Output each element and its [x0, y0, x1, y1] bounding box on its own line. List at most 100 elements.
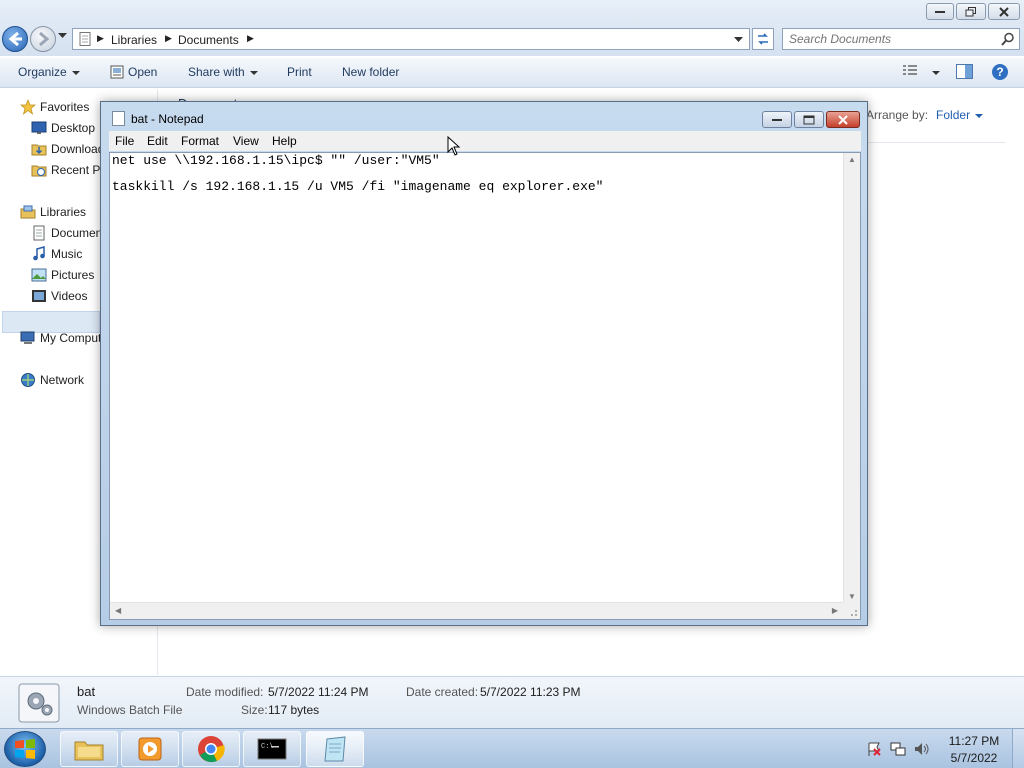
star-icon: [20, 99, 36, 115]
nav-computer[interactable]: My Computer: [20, 328, 100, 348]
videos-icon: [32, 290, 46, 302]
close-icon: [999, 6, 1009, 17]
back-button[interactable]: [2, 26, 28, 52]
minimize-icon: [772, 118, 782, 121]
address-history-dropdown-icon[interactable]: [734, 37, 743, 43]
view-list-icon: [903, 65, 917, 75]
date-created-value: 5/7/2022 11:23 PM: [480, 685, 581, 699]
notepad-menubar: File Edit Format View Help: [109, 131, 861, 151]
search-box[interactable]: [782, 28, 1020, 50]
explorer-icon: [74, 741, 104, 761]
notepad-close-button[interactable]: [826, 111, 860, 128]
recent-places-icon: [31, 165, 47, 177]
open-file-icon: [110, 65, 124, 79]
svg-text:?: ?: [996, 65, 1003, 79]
nav-desktop-label: Desktop: [51, 121, 96, 135]
nav-documents[interactable]: Documents: [31, 223, 100, 243]
nav-downloads[interactable]: Downloads: [31, 139, 100, 159]
breadcrumb-arrow-icon[interactable]: ▶: [97, 33, 104, 44]
text-line-2[interactable]: taskkill /s 192.168.1.15 /u VM5 /fi "ima…: [112, 179, 603, 194]
nav-favorites-label: Favorites: [40, 100, 90, 114]
clock-time[interactable]: 11:27 PM: [946, 734, 1002, 748]
view-dropdown[interactable]: [927, 65, 940, 79]
close-button[interactable]: [988, 3, 1020, 20]
taskbar-chrome[interactable]: [182, 731, 240, 767]
nav-desktop[interactable]: Desktop: [31, 118, 100, 138]
nav-pictures[interactable]: Pictures: [31, 265, 100, 285]
preview-pane-icon: [956, 64, 973, 79]
taskbar-command-prompt[interactable]: C:\: [243, 731, 301, 767]
chevron-down-icon: [249, 70, 258, 75]
address-bar[interactable]: ▶ Libraries ▶ Documents ▶: [72, 28, 750, 50]
volume-icon[interactable]: [914, 741, 930, 757]
start-button[interactable]: [4, 731, 46, 767]
network-icon: [21, 373, 35, 387]
restore-button[interactable]: [956, 3, 986, 20]
change-view-button[interactable]: [902, 64, 918, 81]
nav-music[interactable]: Music: [31, 244, 100, 264]
notepad-title: bat - Notepad: [131, 112, 204, 126]
show-desktop-button[interactable]: [1012, 729, 1024, 768]
chevron-down-icon: [975, 113, 984, 118]
details-filename: bat: [77, 684, 96, 699]
minimize-button[interactable]: [926, 3, 954, 20]
notepad-text-area[interactable]: net use \\192.168.1.15\ipc$ "" /user:"VM…: [109, 152, 861, 620]
folder-location-icon: [79, 32, 91, 46]
arrange-by-dropdown[interactable]: Folder: [936, 108, 984, 122]
downloads-folder-icon: [31, 144, 47, 156]
horizontal-scrollbar[interactable]: ◀ ▶: [110, 602, 843, 619]
nav-videos[interactable]: Videos: [31, 286, 100, 306]
breadcrumb-arrow-icon[interactable]: ▶: [165, 33, 172, 44]
text-line-1[interactable]: net use \\192.168.1.15\ipc$ "" /user:"VM…: [112, 153, 440, 168]
help-button[interactable]: ?: [991, 63, 1009, 84]
breadcrumb-libraries[interactable]: Libraries: [111, 33, 157, 47]
clock-date[interactable]: 5/7/2022: [946, 751, 1002, 765]
scroll-down-icon[interactable]: ▼: [848, 592, 856, 601]
print-button[interactable]: Print: [287, 65, 312, 79]
open-button[interactable]: Open: [110, 65, 157, 79]
vertical-scrollbar[interactable]: ▲ ▼: [843, 153, 860, 603]
menu-file[interactable]: File: [115, 134, 134, 148]
preview-pane-button[interactable]: [956, 64, 973, 82]
breadcrumb-arrow-icon[interactable]: ▶: [247, 33, 254, 44]
taskbar-explorer[interactable]: [60, 731, 118, 767]
search-input[interactable]: [789, 32, 989, 46]
documents-icon: [33, 225, 45, 241]
new-folder-button[interactable]: New folder: [342, 65, 399, 79]
action-center-flag-icon[interactable]: [866, 741, 882, 757]
menu-help[interactable]: Help: [272, 134, 297, 148]
restore-icon: [965, 6, 976, 16]
taskbar-media-player[interactable]: [121, 731, 179, 767]
command-bar: Organize Open Share with Print New folde…: [0, 58, 1024, 88]
nav-libraries-label: Libraries: [40, 205, 87, 219]
taskbar-notepad[interactable]: [306, 731, 364, 767]
search-icon[interactable]: [1001, 32, 1015, 46]
forward-button[interactable]: [30, 26, 56, 52]
nav-recent-places[interactable]: Recent Places: [31, 160, 100, 180]
resize-grip[interactable]: [843, 602, 860, 619]
chevron-down-icon: [932, 70, 940, 75]
refresh-button[interactable]: [752, 28, 774, 50]
size-value: 117 bytes: [268, 703, 320, 717]
notepad-icon: [324, 736, 346, 762]
minimize-icon: [935, 10, 945, 13]
scroll-up-icon[interactable]: ▲: [848, 155, 856, 164]
menu-edit[interactable]: Edit: [147, 134, 168, 148]
scroll-left-icon[interactable]: ◀: [115, 606, 121, 615]
network-status-icon[interactable]: [890, 741, 906, 757]
arrange-by: Arrange by: Folder: [866, 108, 984, 122]
nav-downloads-label: Downloads: [51, 142, 100, 156]
menu-format[interactable]: Format: [181, 134, 219, 148]
organize-button[interactable]: Organize: [18, 65, 80, 79]
chrome-icon: [198, 736, 225, 763]
size-label: Size:: [241, 703, 268, 717]
recent-pages-dropdown-icon[interactable]: [58, 33, 67, 39]
notepad-maximize-button[interactable]: [794, 111, 824, 128]
breadcrumb-documents[interactable]: Documents: [178, 33, 239, 47]
scroll-right-icon[interactable]: ▶: [832, 606, 838, 615]
menu-view[interactable]: View: [233, 134, 259, 148]
nav-computer-label: My Computer: [40, 331, 100, 345]
share-with-button[interactable]: Share with: [188, 65, 258, 79]
nav-documents-label: Documents: [51, 226, 100, 240]
notepad-minimize-button[interactable]: [762, 111, 792, 128]
